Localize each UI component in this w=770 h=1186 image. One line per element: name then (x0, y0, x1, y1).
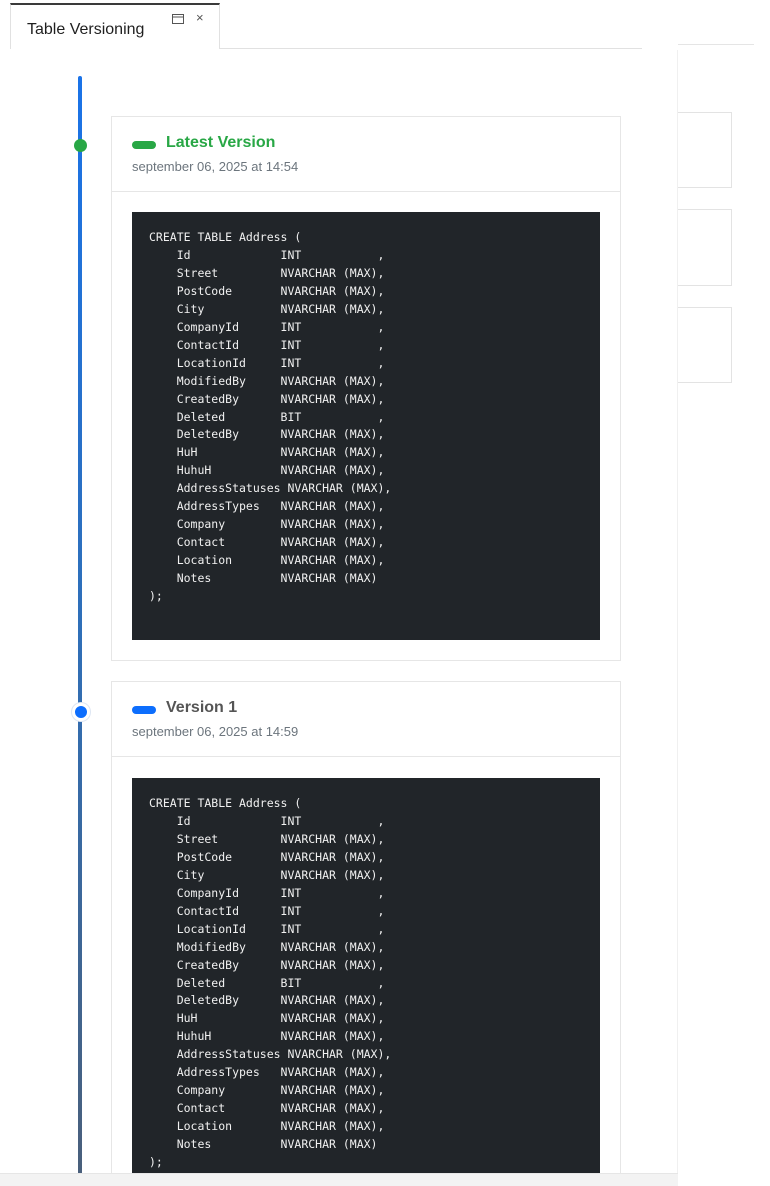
version-card-latest: Latest Version september 06, 2025 at 14:… (111, 116, 621, 661)
timeline-dot-version-1 (72, 703, 90, 721)
sql-code-block: CREATE TABLE Address ( Id INT , Street N… (132, 212, 600, 640)
header-divider (678, 44, 754, 45)
tab-label: Table Versioning (27, 21, 145, 38)
background-card (678, 112, 732, 188)
version-card-header: Latest Version september 06, 2025 at 14:… (112, 117, 620, 192)
table-versioning-view: Table Versioning × Latest Version septem… (0, 0, 770, 1186)
tab-strip-divider (220, 48, 642, 49)
version-title: Latest Version (166, 134, 276, 151)
tab-strip: Table Versioning × (0, 0, 642, 50)
version-date: september 06, 2025 at 14:59 (132, 724, 299, 739)
timeline-dot-latest (74, 139, 87, 152)
version-status-pill (132, 706, 156, 714)
horizontal-scrollbar[interactable] (0, 1173, 678, 1186)
background-card (678, 209, 732, 286)
restore-window-icon[interactable] (171, 12, 185, 26)
version-date: september 06, 2025 at 14:54 (132, 159, 299, 174)
close-icon[interactable]: × (196, 10, 204, 26)
version-card-1: Version 1 september 06, 2025 at 14:59 CR… (111, 681, 621, 1186)
version-card-header: Version 1 september 06, 2025 at 14:59 (112, 682, 620, 757)
background-card (678, 307, 732, 383)
tab-table-versioning[interactable]: Table Versioning × (10, 3, 220, 49)
version-status-pill (132, 141, 156, 149)
timeline-line (78, 76, 82, 1186)
sql-code-block: CREATE TABLE Address ( Id INT , Street N… (132, 778, 600, 1186)
version-title: Version 1 (166, 699, 238, 716)
